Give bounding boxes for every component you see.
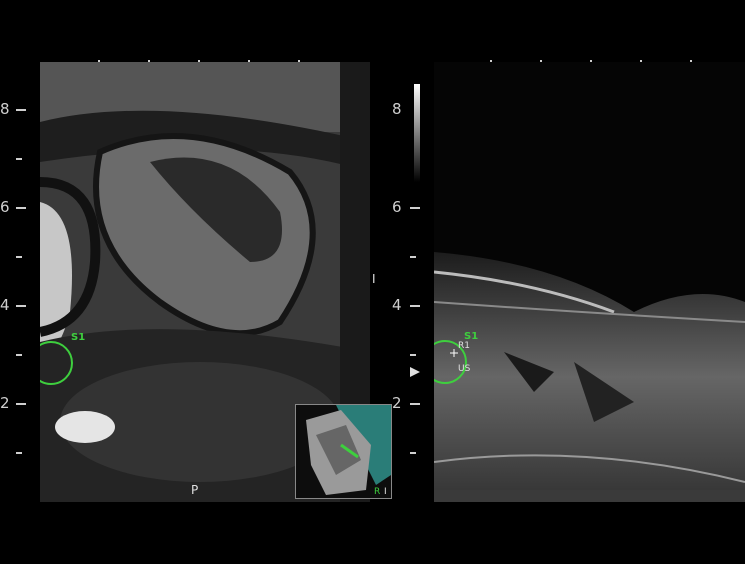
left-scale-tick bbox=[16, 305, 26, 307]
overview-label-r: R bbox=[374, 487, 381, 497]
right-scale-tick bbox=[410, 452, 416, 454]
mri-orientation-label: P bbox=[191, 483, 199, 497]
left-scale-tick bbox=[16, 452, 22, 454]
left-scale-label-6: 6 bbox=[0, 198, 10, 216]
right-scale-tick bbox=[410, 305, 420, 307]
right-scale-tick bbox=[410, 207, 420, 209]
left-scale-label-2: 2 bbox=[0, 394, 10, 412]
right-scale-tick bbox=[410, 403, 420, 405]
left-scale-label-4: 4 bbox=[0, 296, 10, 314]
left-scale-label-8: 8 bbox=[0, 100, 10, 118]
crosshair-icon bbox=[450, 349, 458, 357]
left-scale-tick bbox=[16, 158, 22, 160]
right-scale-label-8: 8 bbox=[392, 100, 402, 118]
us-point-label: R1 bbox=[458, 341, 470, 351]
left-scale-tick bbox=[16, 354, 22, 356]
grayscale-bar bbox=[414, 84, 420, 182]
ultrasound-image-pane[interactable]: S1 R1 US bbox=[434, 62, 745, 502]
focus-arrow-icon[interactable] bbox=[410, 366, 422, 378]
left-scale-tick bbox=[16, 256, 22, 258]
fusion-viewer: { "viewer": { "left_scale": { "labels": … bbox=[0, 0, 745, 564]
overview-label-i: I bbox=[384, 487, 387, 497]
left-scale-tick bbox=[16, 207, 26, 209]
left-scale-tick bbox=[16, 403, 26, 405]
right-scale-tick bbox=[410, 354, 416, 356]
right-scale-label-2: 2 bbox=[392, 394, 402, 412]
us-point-sub-label: US bbox=[458, 364, 471, 374]
right-scale-label-4: 4 bbox=[392, 296, 402, 314]
ultrasound-image bbox=[434, 62, 745, 502]
3d-overview-thumbnail[interactable]: R I bbox=[295, 404, 392, 499]
mri-marker-label: S1 bbox=[71, 332, 86, 343]
right-scale-label-6: 6 bbox=[392, 198, 402, 216]
left-scale-tick bbox=[16, 109, 26, 111]
s1-marker-circle[interactable] bbox=[40, 340, 78, 390]
overview-volume bbox=[306, 405, 391, 495]
right-scale-tick bbox=[410, 256, 416, 258]
divider-label: I bbox=[372, 272, 376, 286]
